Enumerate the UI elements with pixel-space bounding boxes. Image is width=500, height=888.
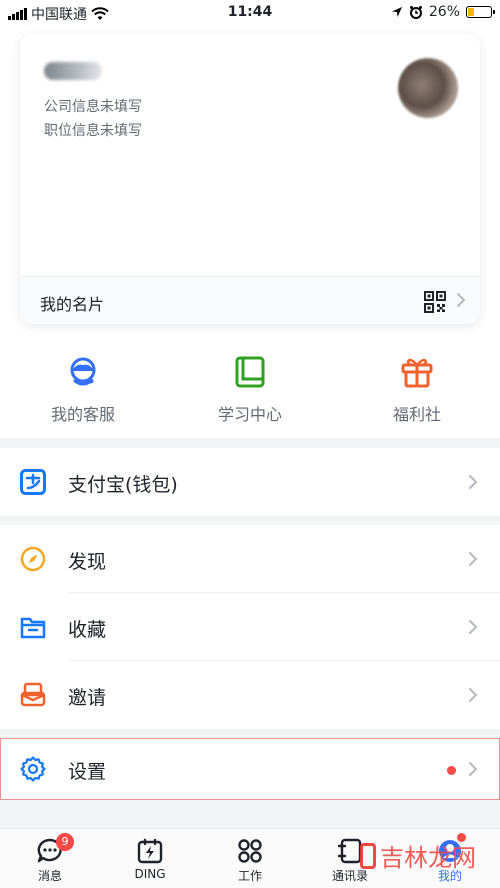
status-right: 26%: [391, 4, 495, 20]
battery-icon: [466, 6, 495, 18]
tab-label: DING: [134, 867, 166, 881]
shortcut-label: 福利社: [392, 405, 441, 424]
ding-icon: [136, 837, 164, 865]
shortcut-label: 我的客服: [50, 405, 115, 424]
chevron-right-icon: [469, 762, 478, 776]
notification-dot: [447, 766, 456, 775]
invite-icon: [20, 682, 46, 707]
tab-work[interactable]: 工作: [200, 829, 300, 888]
menu-group-settings: 设置: [0, 738, 500, 800]
menu-item-discover[interactable]: 发现: [0, 525, 500, 593]
menu-item-invite[interactable]: 邀请: [0, 661, 500, 729]
profile-section: 公司信息未填写 职位信息未填写 我的名片 我的客服 学习中心 福利社: [0, 26, 500, 438]
battery-percent: 26%: [428, 4, 460, 20]
folder-icon: [20, 617, 46, 639]
position-info: 职位信息未填写: [44, 123, 142, 139]
menu-label: 收藏: [68, 619, 107, 641]
chevron-right-icon: [469, 552, 478, 566]
menu-label: 支付宝(钱包): [68, 474, 178, 496]
watermark: 吉林龙网: [360, 838, 476, 873]
unread-badge: 9: [56, 833, 74, 851]
watermark-text: 吉林龙网: [380, 844, 476, 872]
qr-code-icon[interactable]: [424, 291, 446, 313]
menu-label: 发现: [68, 551, 107, 573]
chevron-right-icon: [469, 475, 478, 489]
menu-item-settings[interactable]: 设置: [0, 738, 500, 800]
tab-label: 消息: [37, 869, 62, 883]
business-card-row[interactable]: 我的名片: [20, 276, 480, 324]
apps-grid-icon: [236, 837, 264, 865]
shortcut-learning-center[interactable]: 学习中心: [167, 351, 333, 425]
tab-messages[interactable]: 9 消息: [0, 829, 100, 888]
gear-icon: [20, 756, 46, 782]
company-info: 公司信息未填写: [44, 99, 142, 115]
location-icon: [391, 7, 402, 17]
customer-service-icon: [70, 357, 96, 386]
menu-group-general: 发现 收藏 邀请: [0, 525, 500, 729]
alipay-icon: [20, 469, 46, 495]
compass-icon: [20, 546, 46, 572]
user-name-blurred: [44, 62, 102, 80]
alarm-icon: [409, 6, 422, 19]
menu-label: 设置: [68, 761, 107, 783]
chat-icon: 9: [36, 833, 74, 865]
menu-item-favorites[interactable]: 收藏: [0, 593, 500, 661]
business-card-label: 我的名片: [40, 295, 105, 314]
chevron-right-icon: [457, 293, 466, 307]
profile-card[interactable]: 公司信息未填写 职位信息未填写 我的名片: [20, 34, 480, 324]
menu-label: 邀请: [68, 687, 107, 709]
shortcut-welfare[interactable]: 福利社: [334, 351, 500, 425]
menu-item-alipay[interactable]: 支付宝(钱包): [0, 448, 500, 516]
chevron-right-icon: [469, 688, 478, 702]
tab-label: 工作: [237, 869, 262, 883]
shortcut-label: 学习中心: [217, 405, 282, 424]
chevron-right-icon: [469, 620, 478, 634]
watermark-logo-icon: [360, 842, 376, 869]
menu-group-wallet: 支付宝(钱包): [0, 448, 500, 516]
book-icon: [235, 356, 265, 388]
shortcut-bar: 我的客服 学习中心 福利社: [0, 351, 500, 431]
status-bar: 中国联通 11:44 26%: [0, 0, 500, 26]
gift-icon: [401, 358, 433, 388]
avatar[interactable]: [398, 58, 458, 118]
shortcut-customer-service[interactable]: 我的客服: [0, 351, 166, 425]
tab-ding[interactable]: DING: [100, 829, 200, 888]
